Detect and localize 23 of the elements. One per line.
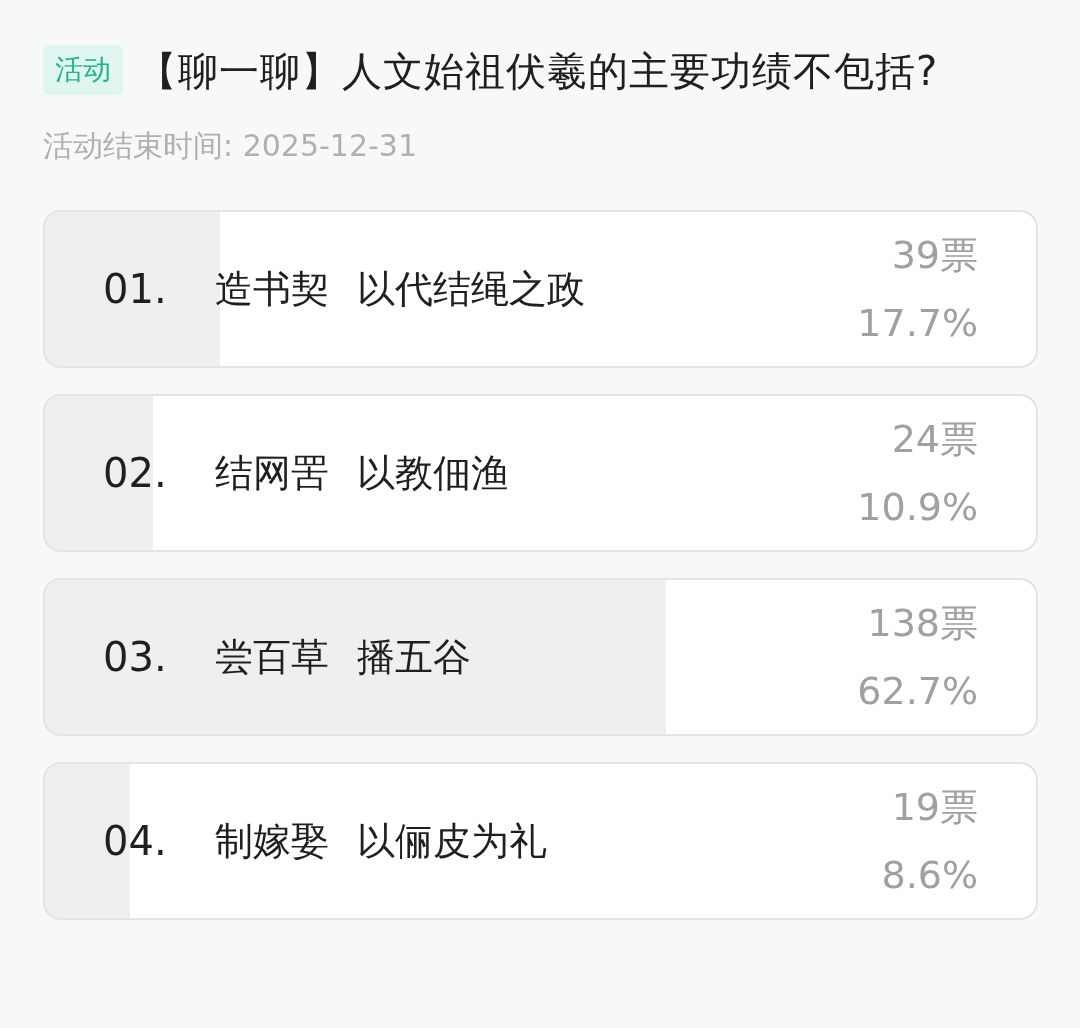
vote-percent: 62.7% [857,668,978,715]
option-number: 02. [103,450,168,496]
option-label: 尝百草 播五谷 [215,633,473,681]
option-label: 结网罟 以教佃渔 [215,449,511,497]
option-label: 制嫁娶 以俪皮为礼 [215,817,549,865]
option-number: 01. [103,266,168,312]
option-number: 04. [103,818,168,864]
vote-percent: 17.7% [857,300,978,347]
vote-count: 39票 [891,232,978,279]
poll-option[interactable]: 02. 结网罟 以教佃渔 24票 10.9% [43,394,1038,552]
activity-tag: 活动 [43,45,123,95]
option-number: 03. [103,634,168,680]
vote-count: 138票 [867,600,978,647]
poll-option[interactable]: 03. 尝百草 播五谷 138票 62.7% [43,578,1038,736]
poll-title: 【聊一聊】人文始祖伏羲的主要功绩不包括? [137,48,939,94]
poll-option[interactable]: 01. 造书契 以代结绳之政 39票 17.7% [43,210,1038,368]
vote-percent: 10.9% [857,484,978,531]
vote-percent: 8.6% [881,852,978,899]
option-label: 造书契 以代结绳之政 [215,265,587,313]
poll-option[interactable]: 04. 制嫁娶 以俪皮为礼 19票 8.6% [43,762,1038,920]
end-time-text: 活动结束时间: 2025-12-31 [43,127,418,165]
vote-count: 24票 [891,416,978,463]
vote-count: 19票 [891,784,978,831]
